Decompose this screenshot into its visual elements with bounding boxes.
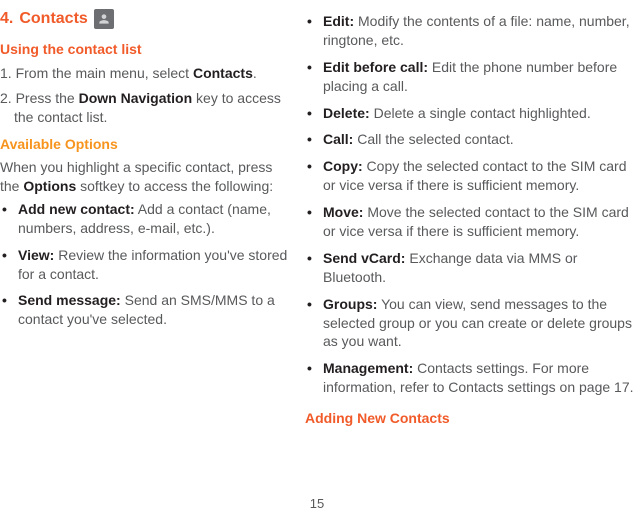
list-item: View: Review the information you've stor… [0, 246, 293, 284]
bullet-bold: View: [18, 247, 54, 263]
bullet-bold: Send vCard: [323, 250, 405, 266]
list-item: Management: Contacts settings. For more … [305, 359, 634, 397]
bullet-bold: Groups: [323, 296, 377, 312]
section-title: 4. Contacts [0, 8, 293, 30]
list-item: Move: Move the selected contact to the S… [305, 203, 634, 241]
list-item: Send vCard: Exchange data via MMS or Blu… [305, 249, 634, 287]
list-item: Add new contact: Add a contact (name, nu… [0, 200, 293, 238]
list-item: Copy: Copy the selected contact to the S… [305, 157, 634, 195]
step-1-bold: Contacts [193, 65, 253, 81]
section-title-text: Contacts [19, 8, 87, 30]
intro-paragraph: When you highlight a specific contact, p… [0, 158, 293, 196]
step-1: 1. From the main menu, select Contacts. [0, 64, 293, 83]
intro-post: softkey to access the following: [76, 178, 273, 194]
list-item: Edit before call: Edit the phone number … [305, 58, 634, 96]
right-column: Edit: Modify the contents of a file: nam… [305, 8, 634, 434]
bullet-text: Move the selected contact to the SIM car… [323, 204, 629, 239]
list-item: Delete: Delete a single contact highligh… [305, 104, 634, 123]
list-item: Groups: You can view, send messages to t… [305, 295, 634, 352]
right-bullet-list: Edit: Modify the contents of a file: nam… [305, 12, 634, 397]
heading-adding-new-contacts: Adding New Contacts [305, 409, 634, 428]
heading-available-options: Available Options [0, 135, 293, 154]
bullet-text: Call the selected contact. [353, 131, 513, 147]
bullet-bold: Send message: [18, 292, 121, 308]
bullet-bold: Edit: [323, 13, 354, 29]
list-item: Edit: Modify the contents of a file: nam… [305, 12, 634, 50]
step-2: 2. Press the Down Navigation key to acce… [0, 89, 293, 127]
manual-page: 4. Contacts Using the contact list 1. Fr… [0, 0, 634, 434]
bullet-text: Review the information you've stored for… [18, 247, 287, 282]
bullet-bold: Move: [323, 204, 363, 220]
bullet-text: Copy the selected contact to the SIM car… [323, 158, 626, 193]
bullet-bold: Copy: [323, 158, 363, 174]
bullet-text: Modify the contents of a file: name, num… [323, 13, 630, 48]
step-2-pre: 2. Press the [0, 90, 79, 106]
step-1-post: . [253, 65, 257, 81]
bullet-bold: Edit before call: [323, 59, 428, 75]
contacts-icon [94, 9, 114, 29]
list-item: Send message: Send an SMS/MMS to a conta… [0, 291, 293, 329]
bullet-bold: Add new contact: [18, 201, 135, 217]
step-2-bold: Down Navigation [79, 90, 193, 106]
left-bullet-list: Add new contact: Add a contact (name, nu… [0, 200, 293, 329]
intro-bold: Options [23, 178, 76, 194]
bullet-bold: Delete: [323, 105, 370, 121]
bullet-text: Delete a single contact highlighted. [370, 105, 591, 121]
page-number: 15 [0, 496, 634, 511]
heading-using-contact-list: Using the contact list [0, 40, 293, 59]
left-column: 4. Contacts Using the contact list 1. Fr… [0, 8, 305, 434]
bullet-bold: Management: [323, 360, 413, 376]
list-item: Call: Call the selected contact. [305, 130, 634, 149]
section-number: 4. [0, 8, 13, 30]
bullet-bold: Call: [323, 131, 353, 147]
step-1-pre: 1. From the main menu, select [0, 65, 193, 81]
